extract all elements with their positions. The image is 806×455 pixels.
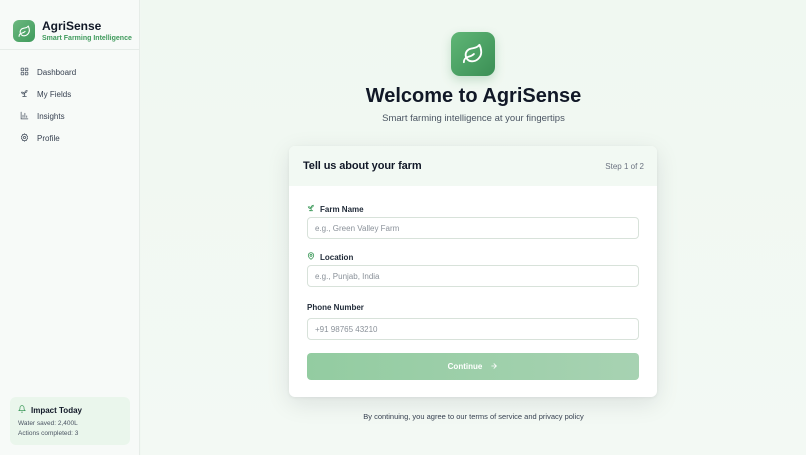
phone-label: Phone Number — [307, 303, 364, 312]
form-title: Tell us about your farm — [303, 160, 422, 172]
farm-name-input[interactable] — [307, 217, 639, 239]
sidebar-item-label: Dashboard — [37, 67, 77, 77]
continue-button[interactable]: Continue — [307, 353, 639, 380]
sidebar-item-dashboard[interactable]: Dashboard — [0, 61, 139, 83]
bar-chart-icon — [20, 111, 29, 122]
sidebar-item-label: My Fields — [37, 89, 72, 99]
sidebar-item-my-fields[interactable]: My Fields — [0, 83, 139, 105]
location-input[interactable] — [307, 265, 639, 287]
farm-name-label-text: Farm Name — [320, 204, 364, 214]
terms-note: By continuing, you agree to our terms of… — [363, 412, 584, 421]
sidebar-item-profile[interactable]: Profile — [0, 127, 139, 149]
location-label-text: Location — [320, 252, 354, 262]
leaf-logo-icon — [13, 20, 35, 42]
form-header: Tell us about your farm Step 1 of 2 — [289, 146, 657, 186]
sprout-icon — [20, 89, 29, 100]
bell-icon — [17, 405, 27, 415]
sidebar-item-label: Profile — [37, 133, 60, 143]
brand-name: AgriSense — [42, 19, 102, 33]
sidebar-nav: Dashboard My Fields Insights Profile — [0, 50, 139, 149]
brand[interactable]: AgriSense Smart Farming Intelligence — [0, 0, 139, 50]
arrow-right-icon — [490, 362, 498, 372]
impact-card: Impact Today Water saved: 2,400L Actions… — [10, 397, 130, 445]
main-content: Welcome to AgriSense Smart farming intel… — [141, 0, 806, 455]
water-saved-text: Water saved: 2,400L — [18, 420, 78, 427]
location-label: Location — [307, 252, 353, 262]
onboarding-form-card: Tell us about your farm Step 1 of 2 Farm… — [289, 146, 657, 397]
farm-name-label: Farm Name — [307, 204, 364, 214]
phone-label-text: Phone Number — [307, 303, 364, 312]
gear-icon — [20, 132, 29, 144]
leaf-hero-icon — [451, 32, 495, 76]
sidebar-item-insights[interactable]: Insights — [0, 105, 139, 127]
brand-tagline: Smart Farming Intelligence — [42, 35, 132, 42]
grid-icon — [20, 67, 29, 78]
step-indicator: Step 1 of 2 — [605, 161, 644, 171]
continue-button-label: Continue — [447, 362, 483, 371]
page-title: Welcome to AgriSense — [365, 85, 582, 107]
map-pin-icon — [307, 252, 315, 262]
phone-input[interactable] — [307, 318, 639, 340]
page-subtitle: Smart farming intelligence at your finge… — [382, 113, 565, 124]
sidebar-item-label: Insights — [37, 111, 65, 121]
sprout-icon — [307, 204, 315, 214]
sidebar: AgriSense Smart Farming Intelligence Das… — [0, 0, 140, 455]
actions-completed-text: Actions completed: 3 — [18, 430, 79, 437]
impact-title: Impact Today — [31, 405, 82, 415]
